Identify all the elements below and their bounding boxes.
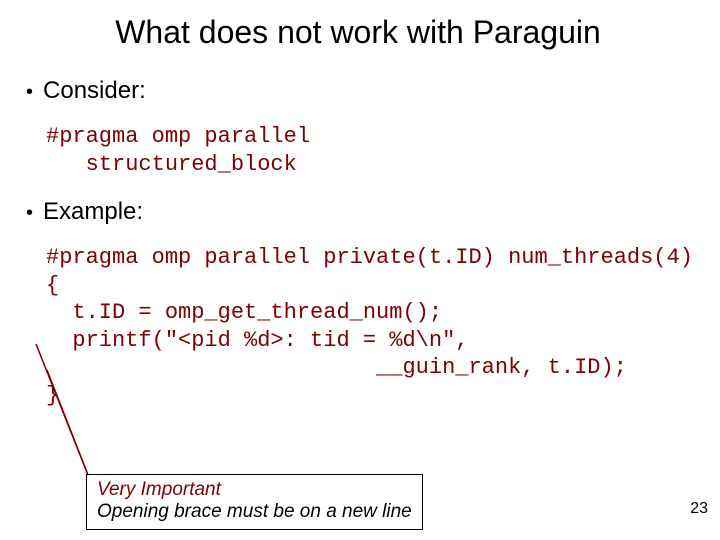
callout-title: Very Important (97, 479, 412, 501)
bullet-example: • Example: (26, 198, 700, 226)
slide: What does not work with Paraguin • Consi… (0, 0, 720, 540)
callout-subtext: Opening brace must be on a new line (97, 501, 412, 523)
page-title: What does not work with Paraguin (16, 14, 700, 51)
bullet-consider-label: Consider: (43, 77, 146, 105)
bullet-dot-icon: • (26, 203, 33, 223)
code-block-1: #pragma omp parallel structured_block (46, 123, 700, 178)
callout-box: Very Important Opening brace must be on … (86, 474, 423, 530)
code-block-2: #pragma omp parallel private(t.ID) num_t… (46, 244, 700, 409)
page-number: 23 (690, 500, 708, 518)
bullet-example-label: Example: (43, 198, 143, 226)
bullet-consider: • Consider: (26, 77, 700, 105)
bullet-dot-icon: • (26, 82, 33, 102)
